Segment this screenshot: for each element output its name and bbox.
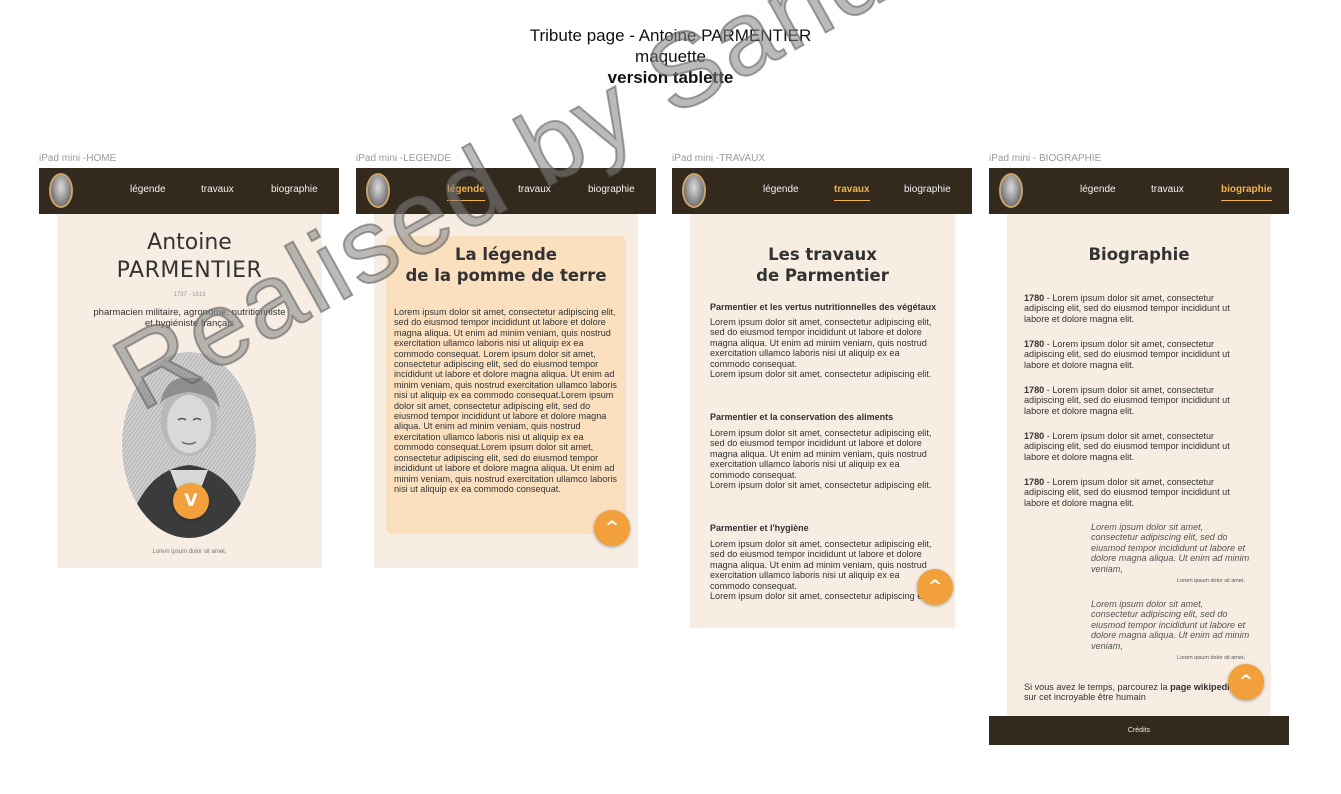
- hero-title-last-name: PARMENTIER: [116, 258, 263, 283]
- timeline-entry: 1780 - Lorem ipsum dolor sit amet, conse…: [1024, 431, 1248, 462]
- portrait-logo-icon[interactable]: [682, 173, 706, 208]
- travaux-section-1-title: Parmentier et les vertus nutritionnelles…: [710, 302, 937, 312]
- timeline-text: - Lorem ipsum dolor sit amet, consectetu…: [1024, 339, 1230, 370]
- biographie-panel: Biographie 1780 - Lorem ipsum dolor sit …: [1007, 214, 1271, 716]
- nav-item-legende[interactable]: légende: [130, 184, 166, 195]
- quote-author: Lorem ipsum dolor sit amet,: [1177, 655, 1245, 661]
- travaux-title: Les travaux de Parmentier: [756, 245, 889, 285]
- portrait-logo-icon[interactable]: [49, 173, 73, 208]
- nav-item-biographie[interactable]: biographie: [904, 184, 951, 195]
- chevron-up-icon: ^: [927, 577, 943, 597]
- timeline-text: - Lorem ipsum dolor sit amet, consectetu…: [1024, 293, 1230, 324]
- credits-link[interactable]: Crédits: [1128, 727, 1150, 734]
- timeline-entry: 1780 - Lorem ipsum dolor sit amet, conse…: [1024, 477, 1248, 508]
- quote-text: Lorem ipsum dolor sit amet, consectetur …: [1091, 599, 1250, 651]
- legende-panel: La légende de la pomme de terre Lorem ip…: [374, 214, 638, 568]
- nav-item-biographie[interactable]: biographie: [588, 184, 635, 195]
- nav-item-travaux[interactable]: travaux: [1151, 184, 1184, 195]
- scroll-up-button[interactable]: ^: [594, 510, 630, 546]
- nav-item-travaux[interactable]: travaux: [834, 184, 870, 201]
- timeline-year: 1780: [1024, 339, 1045, 349]
- legende-title: La légende de la pomme de terre: [405, 245, 607, 285]
- timeline-year: 1780: [1024, 385, 1045, 395]
- travaux-section-3-title: Parmentier et l'hygiène: [710, 523, 809, 533]
- frame-label-legende: iPad mini -LEGENDE: [356, 153, 452, 164]
- timeline-entry: 1780 - Lorem ipsum dolor sit amet, conse…: [1024, 293, 1248, 324]
- page-version: version tablette: [607, 68, 734, 87]
- frame-label-travaux: iPad mini -TRAVAUX: [672, 153, 765, 164]
- nav-item-biographie[interactable]: biographie: [271, 184, 318, 195]
- quote-author: Lorem ipsum dolor sit amet,: [1177, 578, 1245, 584]
- page-title: Tribute page - Antoine PARMENTIER: [529, 26, 812, 45]
- hero-title: Antoine PARMENTIER: [57, 229, 322, 285]
- nav-item-legende[interactable]: légende: [763, 184, 799, 195]
- nav-item-legende[interactable]: légende: [1080, 184, 1116, 195]
- home-panel: Antoine PARMENTIER 1737 - 1813 pharmacie…: [57, 214, 322, 568]
- hero-dates: 1737 - 1813: [173, 292, 206, 298]
- page-subtitle: maquette: [635, 47, 706, 66]
- nav-bar-home: légende travaux biographie: [39, 168, 339, 214]
- nav-bar-travaux: légende travaux biographie: [672, 168, 972, 214]
- chevron-up-icon: ^: [1238, 672, 1254, 692]
- biographie-title: Biographie: [1088, 245, 1190, 264]
- wikipedia-note-suffix: sur cet incroyable être humain: [1024, 692, 1146, 703]
- chevron-down-icon: V: [184, 491, 198, 511]
- wikipedia-link[interactable]: page wikipedia: [1170, 682, 1235, 692]
- timeline-text: - Lorem ipsum dolor sit amet, consectetu…: [1024, 477, 1230, 508]
- scroll-up-button[interactable]: ^: [1228, 664, 1264, 700]
- hero-title-first-name: Antoine: [147, 230, 232, 255]
- legende-body: Lorem ipsum dolor sit amet, consectetur …: [394, 307, 617, 494]
- portrait-logo-icon[interactable]: [366, 173, 390, 208]
- timeline-entry: 1780 - Lorem ipsum dolor sit amet, conse…: [1024, 385, 1248, 416]
- timeline-entry: 1780 - Lorem ipsum dolor sit amet, conse…: [1024, 339, 1248, 370]
- nav-item-legende[interactable]: légende: [447, 184, 485, 201]
- nav-item-biographie[interactable]: biographie: [1221, 184, 1273, 201]
- scroll-down-button[interactable]: V: [173, 483, 209, 519]
- wikipedia-note: Si vous avez le temps, parcourez la page…: [1024, 682, 1254, 703]
- frame-label-biographie: iPad mini - BIOGRAPHIE: [989, 153, 1102, 164]
- nav-item-travaux[interactable]: travaux: [201, 184, 234, 195]
- timeline-text: - Lorem ipsum dolor sit amet, consectetu…: [1024, 431, 1230, 462]
- credits-footer: Crédits: [989, 716, 1289, 745]
- chevron-up-icon: ^: [604, 518, 620, 538]
- travaux-section-3-body: Lorem ipsum dolor sit amet, consectetur …: [710, 539, 932, 602]
- nav-bar-legende: légende travaux biographie: [356, 168, 656, 214]
- timeline-year: 1780: [1024, 477, 1045, 487]
- quote-text: Lorem ipsum dolor sit amet, consectetur …: [1091, 522, 1250, 574]
- scroll-up-button[interactable]: ^: [917, 569, 953, 605]
- timeline-year: 1780: [1024, 293, 1045, 303]
- portrait-caption: Lorem ipsum dolor sit amet,: [152, 549, 227, 555]
- portrait-logo-icon[interactable]: [999, 173, 1023, 208]
- nav-bar-biographie: légende travaux biographie: [989, 168, 1289, 214]
- page-header: Tribute page - Antoine PARMENTIER maquet…: [0, 25, 1341, 88]
- travaux-section-1-body: Lorem ipsum dolor sit amet, consectetur …: [710, 317, 932, 380]
- hero-subtitle: pharmacien militaire, agronome, nutritio…: [93, 307, 286, 329]
- travaux-section-2-title: Parmentier et la conservation des alimen…: [710, 412, 894, 422]
- timeline-year: 1780: [1024, 431, 1045, 441]
- legende-card: La légende de la pomme de terre Lorem ip…: [386, 236, 626, 534]
- frame-label-home: iPad mini -HOME: [39, 153, 117, 164]
- nav-item-travaux[interactable]: travaux: [518, 184, 551, 195]
- travaux-panel: Les travaux de Parmentier Parmentier et …: [690, 214, 955, 628]
- travaux-section-2-body: Lorem ipsum dolor sit amet, consectetur …: [710, 428, 932, 491]
- timeline-text: - Lorem ipsum dolor sit amet, consectetu…: [1024, 385, 1230, 416]
- wikipedia-note-prefix: Si vous avez le temps, parcourez la: [1024, 682, 1171, 692]
